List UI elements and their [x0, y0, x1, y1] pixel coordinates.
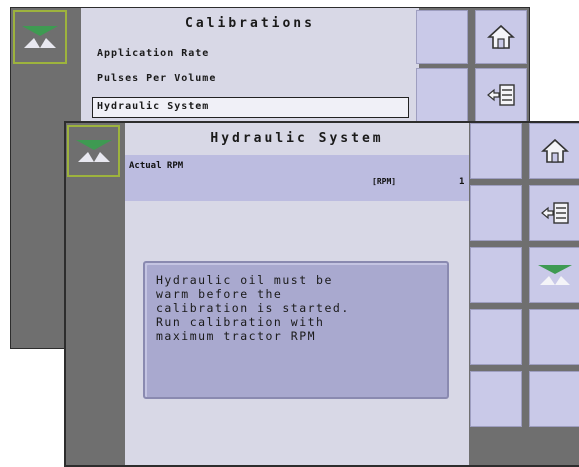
info-message-text: Hydraulic oil must be warm before the ca…	[156, 273, 350, 343]
exit-menu-button[interactable]	[529, 185, 579, 241]
empty-button[interactable]	[470, 309, 522, 365]
rpm-unit: [RPM]	[372, 177, 397, 186]
spreader-icon	[75, 140, 112, 162]
spreader-tile-button[interactable]	[67, 125, 120, 177]
spreader-button[interactable]	[529, 247, 579, 303]
home-icon	[541, 138, 569, 163]
empty-button[interactable]	[470, 371, 522, 427]
info-message-box: Hydraulic oil must be warm before the ca…	[143, 261, 449, 399]
calibrations-menu-panel: Calibrations Application Rate Pulses Per…	[81, 8, 419, 128]
empty-button[interactable]	[470, 185, 522, 241]
home-icon	[487, 24, 515, 49]
empty-button[interactable]	[416, 68, 468, 122]
actual-rpm-field: Actual RPM [RPM] 1	[125, 155, 469, 201]
exit-menu-icon	[487, 84, 515, 106]
empty-button[interactable]	[529, 371, 579, 427]
empty-button[interactable]	[529, 309, 579, 365]
home-button[interactable]	[475, 10, 527, 64]
empty-button[interactable]	[470, 123, 522, 179]
spreader-icon	[22, 26, 58, 48]
spreader-icon	[538, 265, 572, 285]
menu-item-hydraulic-system[interactable]: Hydraulic System	[92, 97, 409, 118]
exit-menu-icon	[541, 202, 569, 224]
actual-rpm-label: Actual RPM	[129, 161, 184, 171]
page-title: Hydraulic System	[210, 131, 384, 146]
exit-menu-button[interactable]	[475, 68, 527, 122]
home-button[interactable]	[529, 123, 579, 179]
menu-item-application-rate[interactable]: Application Rate	[97, 48, 209, 59]
menu-item-pulses-per-volume[interactable]: Pulses Per Volume	[97, 73, 216, 84]
page-title: Calibrations	[185, 16, 315, 31]
actual-rpm-value: 1	[459, 177, 465, 187]
empty-button[interactable]	[416, 10, 468, 64]
hydraulic-system-panel: Hydraulic System Actual RPM [RPM] 1 Hydr…	[125, 123, 469, 465]
empty-button[interactable]	[470, 247, 522, 303]
hydraulic-system-screen: Hydraulic System Actual RPM [RPM] 1 Hydr…	[64, 121, 579, 467]
spreader-tile-button[interactable]	[13, 10, 67, 64]
